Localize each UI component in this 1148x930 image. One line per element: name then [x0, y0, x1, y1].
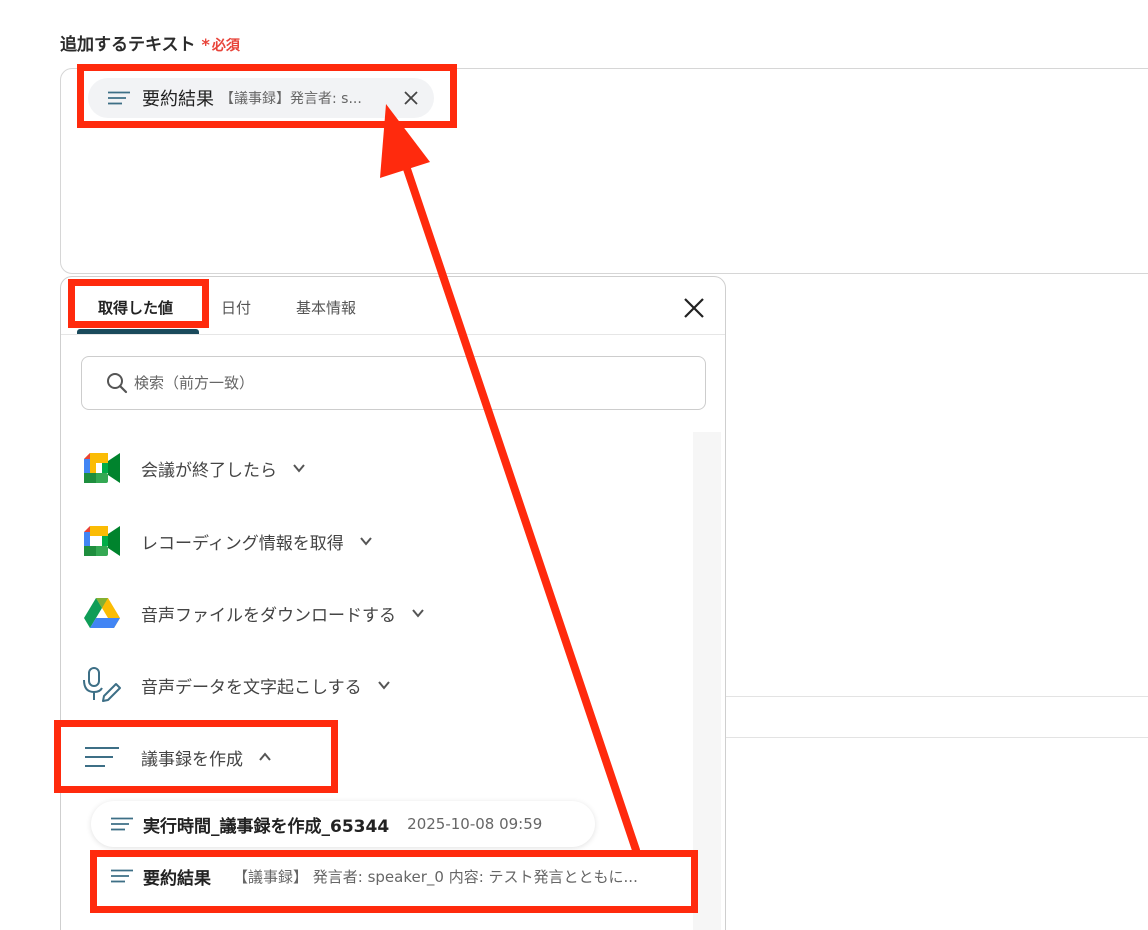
- annotation-arrow: [380, 104, 640, 854]
